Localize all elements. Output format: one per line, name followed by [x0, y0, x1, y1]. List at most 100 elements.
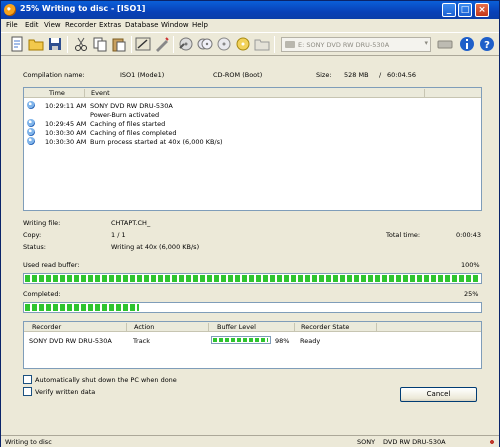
paste-icon[interactable] [111, 36, 127, 52]
event-time: 10:30:30 AM [45, 138, 87, 146]
record-icon[interactable] [178, 36, 194, 52]
menu-bar: File Edit View Recorder Extras Database … [1, 19, 499, 32]
disc-icon[interactable] [235, 36, 251, 52]
completed-label: Completed: [23, 290, 61, 298]
recorder-table-header: Recorder Action Buffer Level Recorder St… [24, 322, 481, 332]
new-icon[interactable] [9, 36, 25, 52]
col-recorder[interactable]: Recorder [32, 323, 61, 331]
menu-file[interactable]: File [6, 21, 18, 29]
total-time-label: Total time: [386, 231, 421, 239]
copy-disc-icon[interactable] [197, 36, 213, 52]
compilation-type: CD-ROM (Boot) [213, 71, 263, 79]
col-time[interactable]: Time [49, 89, 65, 97]
compilation-name-label: Compilation name: [23, 71, 85, 79]
main-window: 25% Writing to disc - [ISO1] _ □ × File … [0, 0, 500, 447]
menu-edit[interactable]: Edit [25, 21, 39, 29]
statusbar-vendor: SONY [357, 438, 376, 446]
compilation-size: 528 MB [344, 71, 369, 79]
info-bubble-icon [27, 101, 35, 109]
list-item[interactable]: 10:30:30 AM Burn process started at 40x (… [24, 137, 481, 146]
info-bubble-icon [27, 137, 35, 145]
completed-percent: 25% [464, 290, 479, 298]
compile-icon[interactable] [154, 36, 170, 52]
total-time: 0:00:43 [456, 231, 482, 239]
event-time: 10:29:45 AM [45, 120, 87, 128]
info-bubble-icon [27, 128, 35, 136]
menu-database[interactable]: Database [125, 21, 158, 29]
menu-help[interactable]: Help [192, 21, 208, 29]
copy-label: Copy: [23, 231, 42, 239]
writing-file: CHTAPT.CH_ [111, 219, 151, 227]
statusbar-text: Writing to disc [5, 438, 52, 446]
recorder-name: SONY DVD RW DRU-530A [29, 337, 112, 345]
compilation-name: ISO1 (Mode1) [120, 71, 165, 79]
help-icon[interactable]: ? [479, 36, 495, 52]
event-log[interactable]: Time Event 10:29:11 AM SONY DVD RW DRU-53… [23, 87, 482, 211]
list-item[interactable]: 10:29:11 AM SONY DVD RW DRU-530A [24, 101, 481, 110]
cut-icon[interactable] [73, 36, 89, 52]
menu-extras[interactable]: Extras [99, 21, 121, 29]
chevron-down-icon: ▾ [424, 39, 428, 47]
event-text: Power-Burn activated [90, 111, 160, 119]
status-label: Status: [23, 243, 46, 251]
title-bar: 25% Writing to disc - [ISO1] _ □ × [1, 1, 499, 19]
drive-icon [285, 41, 295, 48]
status-text: Writing at 40x (6,000 KB/s) [111, 243, 200, 251]
shutdown-checkbox[interactable] [23, 375, 32, 384]
col-event[interactable]: Event [91, 89, 110, 97]
drive-options-icon[interactable] [437, 36, 453, 52]
recorder-action: Track [133, 337, 151, 345]
burn-status-icon [487, 438, 497, 446]
eject-icon[interactable] [216, 36, 232, 52]
read-buffer-label: Used read buffer: [23, 261, 80, 269]
open-icon[interactable] [28, 36, 44, 52]
window-title: 25% Writing to disc - [ISO1] [20, 4, 146, 13]
read-buffer-bar [23, 273, 482, 284]
info-icon[interactable] [459, 36, 475, 52]
save-icon[interactable] [47, 36, 63, 52]
event-log-header: Time Event [24, 88, 481, 98]
svg-text:?: ? [484, 40, 490, 51]
event-time: 10:29:11 AM [45, 102, 87, 110]
menu-recorder[interactable]: Recorder [65, 21, 96, 29]
list-item[interactable]: 10:29:45 AM Caching of files started [24, 119, 481, 128]
read-buffer-percent: 100% [461, 261, 480, 269]
event-time: 10:30:30 AM [45, 129, 87, 137]
col-buffer-level[interactable]: Buffer Level [217, 323, 256, 331]
info-bubble-icon [27, 119, 35, 127]
completed-bar [23, 302, 482, 313]
toolbar: E: SONY DVD RW DRU-530A ▾ ? [1, 32, 499, 56]
col-action[interactable]: Action [134, 323, 154, 331]
verify-checkbox[interactable] [23, 387, 32, 396]
recorder-buffer-fill [213, 338, 268, 342]
close-button[interactable]: × [475, 3, 489, 17]
cancel-button[interactable]: Cancel [400, 387, 477, 402]
menu-view[interactable]: View [44, 21, 61, 29]
maximize-button[interactable]: □ [458, 3, 472, 17]
list-item[interactable]: 10:30:30 AM Caching of files completed [24, 128, 481, 137]
event-text: Burn process started at 40x (6,000 KB/s) [90, 138, 223, 146]
col-recorder-state[interactable]: Recorder State [301, 323, 349, 331]
event-text: Caching of files started [90, 120, 166, 128]
list-item[interactable]: Power-Burn activated [24, 110, 481, 119]
burn-icon[interactable] [135, 36, 151, 52]
writing-file-label: Writing file: [23, 219, 61, 227]
drive-select[interactable]: E: SONY DVD RW DRU-530A ▾ [281, 37, 431, 52]
drive-select-value: E: SONY DVD RW DRU-530A [298, 41, 390, 49]
shutdown-label[interactable]: Automatically shut down the PC when done [35, 376, 177, 384]
recorder-buffer-percent: 98% [275, 337, 290, 345]
event-text: SONY DVD RW DRU-530A [90, 102, 173, 110]
recorder-table[interactable]: Recorder Action Buffer Level Recorder St… [23, 321, 482, 369]
app-icon [4, 4, 16, 16]
copy-icon[interactable] [92, 36, 108, 52]
size-label: Size: [316, 71, 332, 79]
event-text: Caching of files completed [90, 129, 177, 137]
verify-label[interactable]: Verify written data [35, 388, 95, 396]
compilation-duration: 60:04.56 [387, 71, 417, 79]
minimize-button[interactable]: _ [442, 3, 456, 17]
folder-icon[interactable] [254, 36, 270, 52]
read-buffer-fill [25, 275, 480, 282]
menu-window[interactable]: Window [161, 21, 189, 29]
copy-count: 1 / 1 [111, 231, 126, 239]
size-separator: / [379, 71, 382, 79]
